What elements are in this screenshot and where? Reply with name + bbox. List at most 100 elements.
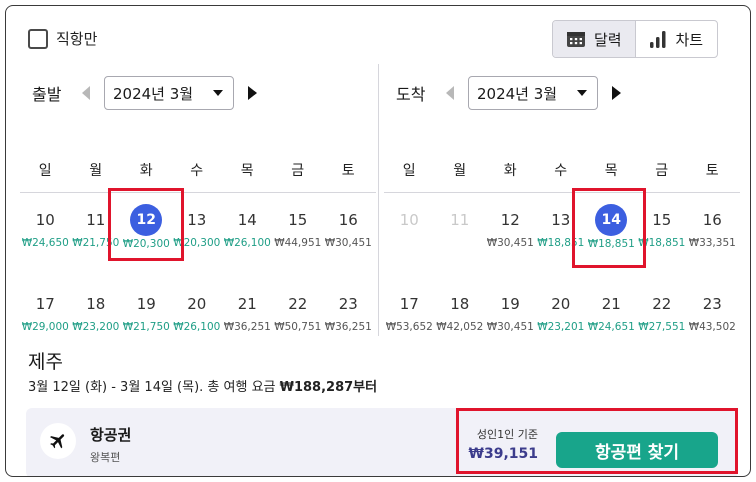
departure-label: 출발 — [32, 85, 62, 104]
calendar-day[interactable]: 16 ₩33,351 — [687, 200, 738, 258]
weekday-label: 일 — [402, 163, 416, 179]
day-number: 19 — [136, 295, 156, 313]
day-number: 21 — [601, 295, 621, 313]
day-number: 11 — [86, 211, 106, 229]
calendar-day[interactable]: 22 ₩27,551 — [637, 284, 688, 342]
day-price: ₩33,351 — [688, 237, 736, 249]
calendar-day[interactable]: 22 ₩50,751 — [273, 284, 324, 342]
day-price: ₩27,551 — [638, 321, 686, 333]
chart-view-button[interactable]: 차트 — [636, 21, 718, 57]
calendar-day[interactable]: 23 ₩36,251 — [323, 284, 374, 342]
direct-only-checkbox[interactable] — [28, 28, 48, 49]
day-number: 10 — [399, 211, 419, 229]
day-number: 13 — [551, 211, 571, 229]
departure-weekday-header: 일 월 화 수 목 금 토 — [20, 160, 376, 193]
day-price: ₩53,652 — [385, 321, 433, 333]
arrival-week: 10 11 12 ₩30,451 13 ₩18,851 14 ₩18,851 15 ₩18,851… — [384, 200, 740, 258]
destination-title: 제주 — [28, 351, 63, 373]
calendar-day[interactable]: 18 ₩23,200 — [71, 284, 122, 342]
departure-month-value: 2024년 3월 — [113, 84, 194, 103]
day-price: ₩30,451 — [486, 237, 534, 249]
departure-next-month-icon[interactable] — [248, 86, 257, 100]
day-number: 17 — [35, 295, 55, 313]
day-number: 18 — [450, 295, 470, 313]
calendar-day-selected[interactable]: 12 ₩20,300 — [121, 200, 172, 258]
calendar-day[interactable]: 13 ₩20,300 — [172, 200, 223, 258]
departure-prev-month-icon[interactable] — [82, 86, 90, 100]
day-price: ₩24,650 — [21, 237, 69, 249]
day-price: ₩20,300 — [173, 237, 221, 249]
calendar-day[interactable]: 14 ₩26,100 — [222, 200, 273, 258]
arrival-next-month-icon[interactable] — [612, 86, 621, 100]
plane-icon — [40, 423, 76, 459]
weekday-label: 토 — [705, 163, 719, 179]
day-number: 20 — [551, 295, 571, 313]
calendar-day[interactable]: 17 ₩53,652 — [384, 284, 435, 342]
day-number: 22 — [652, 295, 672, 313]
calendar-day[interactable]: 15 ₩18,851 — [637, 200, 688, 258]
calendar-day[interactable]: 11 ₩21,750 — [71, 200, 122, 258]
weekday-label: 금 — [291, 163, 305, 179]
day-price: ₩30,451 — [486, 321, 534, 333]
direct-only-filter[interactable]: 직항만 — [28, 28, 97, 49]
calendar-day[interactable]: 19 ₩21,750 — [121, 284, 172, 342]
day-number: 14 — [237, 211, 257, 229]
day-price: ₩42,052 — [436, 321, 484, 333]
calendar-day[interactable]: 21 ₩36,251 — [222, 284, 273, 342]
arrival-prev-month-icon[interactable] — [446, 86, 454, 100]
calendar-day[interactable]: 16 ₩30,451 — [323, 200, 374, 258]
calendar-day[interactable]: 20 ₩23,201 — [536, 284, 587, 342]
day-price: ₩36,251 — [223, 321, 271, 333]
day-price: ₩43,502 — [688, 321, 736, 333]
arrival-label: 도착 — [396, 85, 426, 104]
chevron-down-icon — [577, 90, 587, 96]
day-number: 16 — [702, 211, 722, 229]
day-price: ₩18,851 — [537, 237, 585, 249]
day-price: ₩26,100 — [173, 321, 221, 333]
price-basis-note: 성인1인 기준 — [476, 428, 538, 441]
trip-total-price: ₩188,287부터 — [279, 380, 378, 395]
day-number: 19 — [500, 295, 520, 313]
day-price: ₩44,951 — [274, 237, 322, 249]
day-price: ₩29,000 — [21, 321, 69, 333]
calendar-day-selected[interactable]: 14 ₩18,851 — [586, 200, 637, 258]
calendar-day[interactable]: 13 ₩18,851 — [536, 200, 587, 258]
day-price: ₩36,251 — [324, 321, 372, 333]
day-number: 20 — [187, 295, 207, 313]
calendar-day[interactable]: 12 ₩30,451 — [485, 200, 536, 258]
arrival-month-value: 2024년 3월 — [477, 84, 558, 103]
day-number: 23 — [702, 295, 722, 313]
day-number: 16 — [338, 211, 358, 229]
weekday-label: 월 — [453, 163, 467, 179]
day-price: ₩50,751 — [274, 321, 322, 333]
flight-price: ₩39,151 — [468, 446, 538, 462]
flight-calendar-widget: 직항만 달력 차트 출발 2024년 3월 일 월 화 수 목 금 토 10 ₩… — [5, 5, 751, 477]
calendar-day[interactable]: 20 ₩26,100 — [172, 284, 223, 342]
calendar-day[interactable]: 17 ₩29,000 — [20, 284, 71, 342]
chevron-down-icon — [213, 90, 223, 96]
arrival-week: 17 ₩53,652 18 ₩42,052 19 ₩30,451 20 ₩23,201 21 ₩2… — [384, 284, 740, 342]
calendar-day[interactable]: 23 ₩43,502 — [687, 284, 738, 342]
calendar-day[interactable]: 21 ₩24,651 — [586, 284, 637, 342]
calendar-day: 10 — [384, 200, 435, 258]
calendar-day[interactable]: 15 ₩44,951 — [273, 200, 324, 258]
calendar-day[interactable]: 18 ₩42,052 — [435, 284, 486, 342]
flight-type-title: 항공권 — [90, 426, 132, 444]
day-number: 11 — [450, 211, 470, 229]
departure-month-row: 출발 2024년 3월 — [20, 76, 257, 110]
find-flights-button[interactable]: 항공편 찾기 — [556, 432, 718, 468]
calendar-day[interactable]: 10 ₩24,650 — [20, 200, 71, 258]
airplane-icon — [50, 434, 65, 449]
calendar-view-button[interactable]: 달력 — [553, 21, 636, 57]
day-number: 23 — [338, 295, 358, 313]
day-price: ₩24,651 — [587, 321, 635, 333]
weekday-label: 수 — [554, 163, 568, 179]
arrival-month-select[interactable]: 2024년 3월 — [468, 76, 598, 110]
arrival-month-row: 도착 2024년 3월 — [384, 76, 621, 110]
day-number: 12 — [500, 211, 520, 229]
calendar-day: 11 — [435, 200, 486, 258]
departure-month-select[interactable]: 2024년 3월 — [104, 76, 234, 110]
calendar-day[interactable]: 19 ₩30,451 — [485, 284, 536, 342]
calendar-view-label: 달력 — [593, 30, 622, 49]
weekday-label: 금 — [655, 163, 669, 179]
